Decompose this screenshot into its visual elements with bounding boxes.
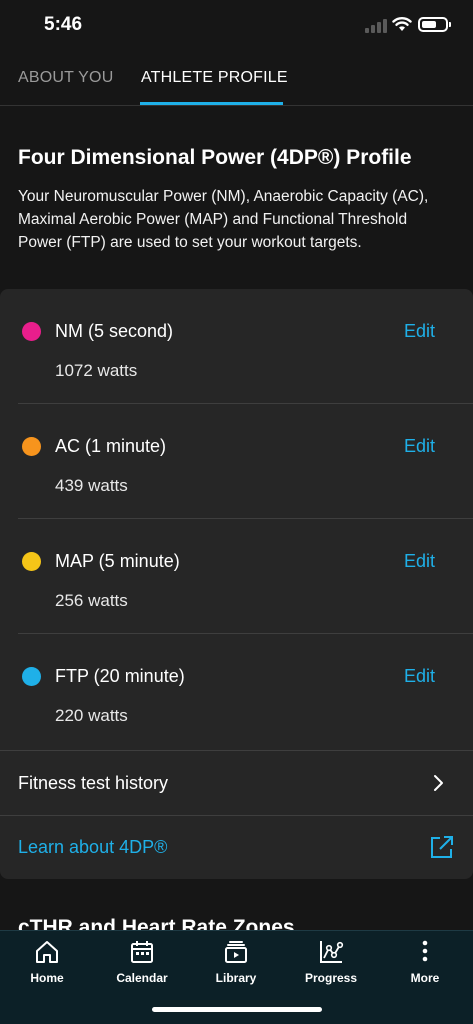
status-time: 5:46 (44, 14, 83, 35)
power-value: 220 watts (55, 706, 128, 725)
calendar-icon (131, 941, 153, 963)
profile-description: Your Neuromuscular Power (NM), Anaerobic… (18, 188, 429, 251)
power-row-map: MAP (5 minute) 256 watts Edit (0, 519, 473, 634)
edit-button[interactable]: Edit (404, 666, 435, 687)
progress-chart-icon (320, 941, 344, 963)
power-row-nm: NM (5 second) 1072 watts Edit (0, 289, 473, 404)
power-label: FTP (20 minute) (55, 666, 185, 686)
power-value: 256 watts (55, 591, 128, 610)
home-indicator[interactable] (152, 1007, 322, 1012)
edit-button[interactable]: Edit (404, 551, 435, 572)
power-value: 439 watts (55, 476, 128, 495)
nav-label: Calendar (116, 971, 168, 985)
nav-progress[interactable]: Progress (291, 937, 371, 987)
nav-label: Progress (304, 971, 358, 985)
power-label: AC (1 minute) (55, 436, 167, 456)
power-value: 1072 watts (55, 361, 138, 380)
power-label: MAP (5 minute) (55, 551, 180, 571)
home-icon (36, 941, 58, 963)
nav-label: Home (30, 971, 64, 985)
learn-about-4dp-row[interactable]: Learn about 4DP® (0, 815, 473, 879)
color-dot (22, 667, 41, 686)
tab-athlete-profile[interactable]: ATHLETE PROFILE (141, 69, 288, 87)
power-label: NM (5 second) (55, 321, 174, 341)
color-dot (22, 322, 41, 341)
fitness-test-history-row[interactable]: Fitness test history (0, 750, 473, 815)
power-row-ac: AC (1 minute) 439 watts Edit (0, 404, 473, 519)
external-link-icon[interactable] (429, 834, 455, 860)
battery-cap (449, 22, 451, 27)
nav-calendar[interactable]: Calendar (102, 937, 182, 987)
edit-button[interactable]: Edit (404, 321, 435, 342)
nav-label: Library (215, 971, 257, 985)
edit-button[interactable]: Edit (404, 436, 435, 457)
cellular-signal-icon (365, 19, 387, 33)
color-dot (22, 552, 41, 571)
nav-library[interactable]: Library (196, 937, 276, 987)
battery-icon (418, 17, 448, 32)
status-bar: 5:46 (0, 0, 473, 52)
tab-about-you[interactable]: ABOUT YOU (18, 69, 113, 87)
nav-more[interactable]: More (385, 937, 465, 987)
nav-home[interactable]: Home (7, 937, 87, 987)
chevron-right-icon (434, 775, 443, 791)
fitness-test-history-label: Fitness test history (18, 773, 169, 793)
learn-about-4dp-link[interactable]: Learn about 4DP® (18, 837, 167, 858)
nav-label: More (410, 971, 440, 985)
more-vertical-icon (422, 940, 428, 962)
active-tab-indicator (140, 102, 283, 105)
profile-tabs: ABOUT YOU ATHLETE PROFILE (0, 52, 473, 106)
color-dot (22, 437, 41, 456)
library-icon (225, 941, 247, 963)
power-profile-card: NM (5 second) 1072 watts Edit AC (1 minu… (0, 289, 473, 879)
wifi-icon (392, 17, 412, 31)
page-title: Four Dimensional Power (4DP®) Profile (18, 146, 412, 169)
power-row-ftp: FTP (20 minute) 220 watts Edit (0, 634, 473, 749)
